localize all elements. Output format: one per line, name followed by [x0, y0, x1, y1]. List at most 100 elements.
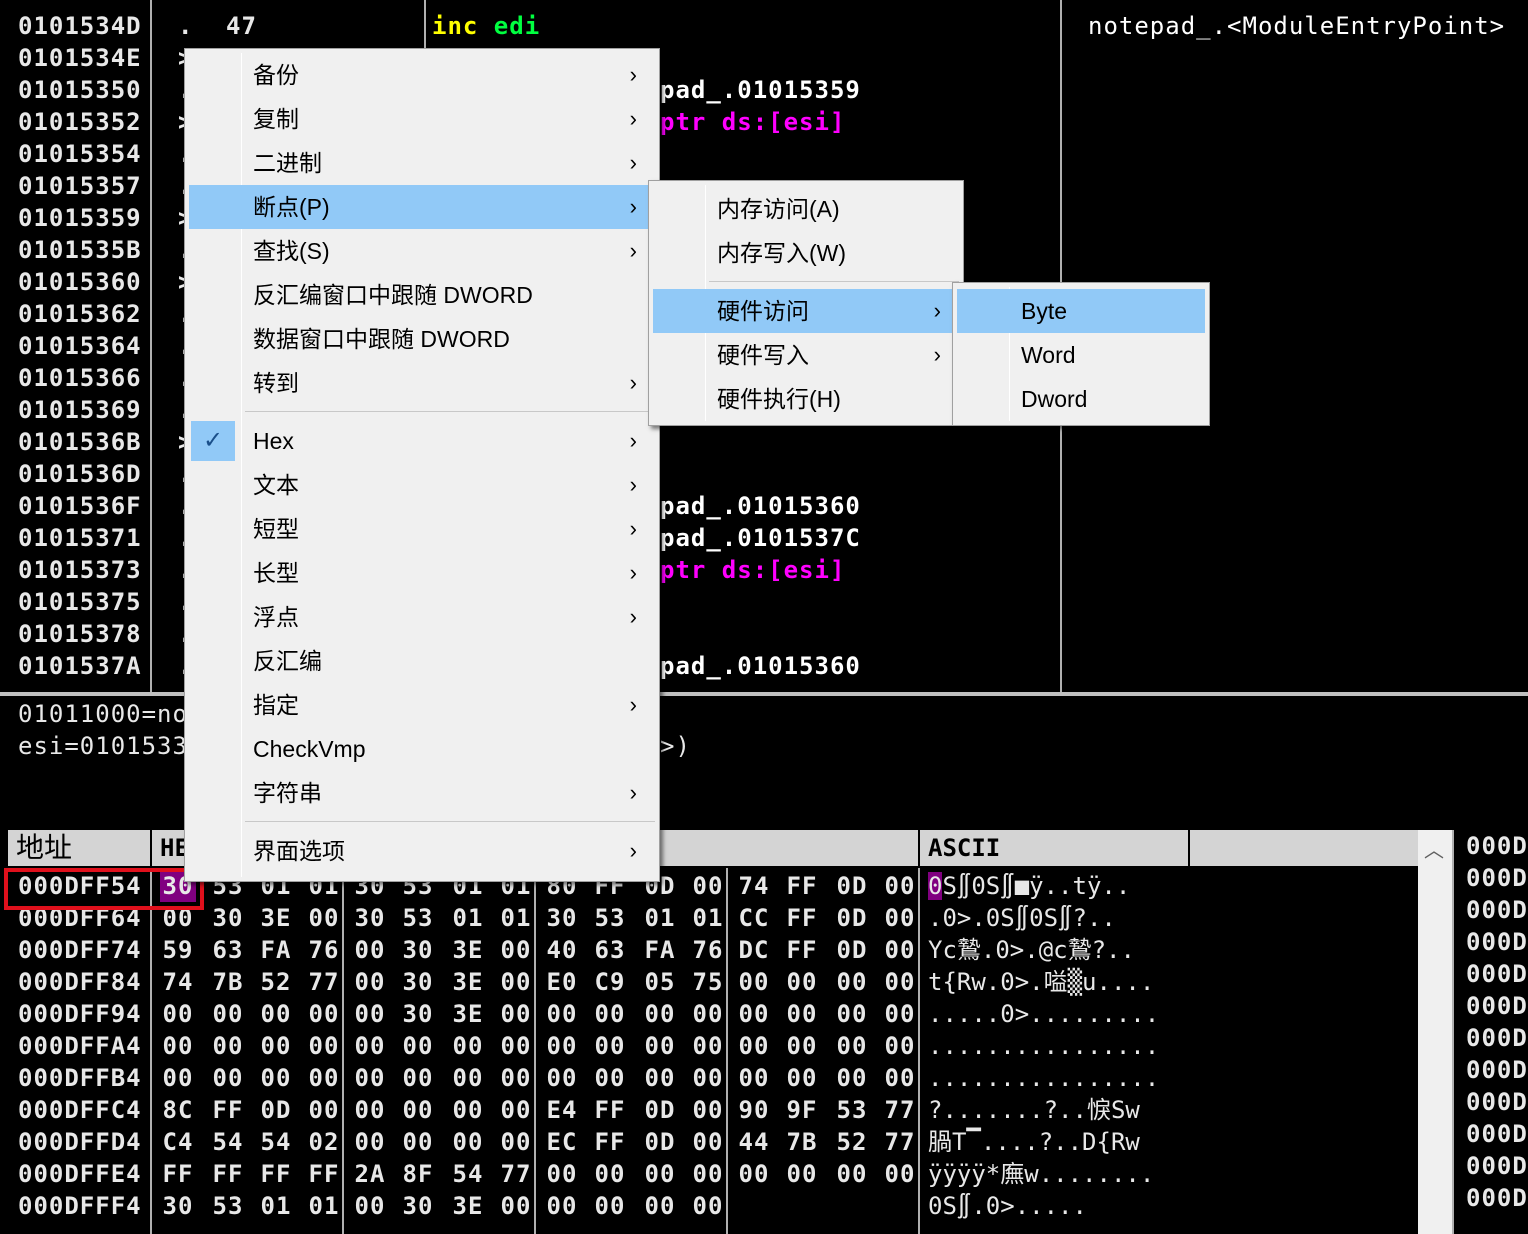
dump-byte[interactable]: 00 — [690, 870, 726, 902]
dump-byte[interactable]: 01 — [690, 902, 726, 934]
dump-byte[interactable]: 30 — [400, 934, 436, 966]
dump-byte[interactable]: 00 — [306, 1094, 342, 1126]
dump-address[interactable]: 000DFFB4 — [18, 1062, 142, 1094]
dump-byte[interactable]: 00 — [544, 1062, 580, 1094]
dump-byte[interactable]: EC — [544, 1126, 580, 1158]
dump-byte[interactable]: 30 — [544, 902, 580, 934]
dump-byte[interactable]: 00 — [258, 998, 294, 1030]
dump-byte[interactable]: 30 — [352, 902, 388, 934]
dump-byte[interactable]: 00 — [210, 1062, 246, 1094]
stack-address[interactable]: 000D — [1466, 1054, 1528, 1086]
dump-byte[interactable]: FF — [210, 1158, 246, 1190]
dump-byte[interactable]: 90 — [736, 1094, 772, 1126]
dump-byte[interactable]: 00 — [400, 1062, 436, 1094]
dump-byte[interactable]: 00 — [160, 1030, 196, 1062]
menu-item[interactable]: 内存写入(W) — [653, 231, 959, 275]
dump-byte[interactable]: 52 — [258, 966, 294, 998]
dump-byte[interactable]: 00 — [306, 1030, 342, 1062]
dump-byte[interactable]: 00 — [882, 1030, 918, 1062]
disasm-address[interactable]: 01015375 — [18, 586, 142, 618]
dump-byte[interactable]: 00 — [736, 1158, 772, 1190]
dump-byte[interactable]: FF — [210, 1094, 246, 1126]
dump-byte[interactable]: 53 — [400, 902, 436, 934]
dump-byte[interactable]: 00 — [834, 1062, 870, 1094]
menu-item[interactable]: 硬件访问 › — [653, 289, 959, 333]
dump-address[interactable]: 000DFFA4 — [18, 1030, 142, 1062]
dump-byte[interactable]: 00 — [690, 1062, 726, 1094]
dump-byte[interactable]: 76 — [306, 934, 342, 966]
dump-byte[interactable]: 00 — [882, 1062, 918, 1094]
dump-byte[interactable]: 00 — [736, 1030, 772, 1062]
disasm-address[interactable]: 0101534E — [18, 42, 142, 74]
dump-byte[interactable]: 00 — [834, 998, 870, 1030]
dump-byte[interactable]: 52 — [834, 1126, 870, 1158]
dump-byte[interactable]: 00 — [258, 1030, 294, 1062]
dump-address[interactable]: 000DFF74 — [18, 934, 142, 966]
dump-byte[interactable]: 0D — [642, 1094, 678, 1126]
dump-byte[interactable]: 00 — [306, 998, 342, 1030]
dump-byte[interactable]: 00 — [784, 966, 820, 998]
menu-item[interactable]: 数据窗口中跟随 DWORD — [189, 317, 655, 361]
dump-byte[interactable]: 30 — [400, 966, 436, 998]
stack-address[interactable]: 000D — [1466, 990, 1528, 1022]
dump-byte[interactable]: 00 — [592, 1030, 628, 1062]
dump-byte[interactable]: 00 — [642, 1062, 678, 1094]
dump-pane[interactable]: 地址 HE ASCII ︿ 000D 000D 000D 000D 000D 000D 00… — [0, 828, 1528, 1234]
dump-byte[interactable]: 00 — [450, 1062, 486, 1094]
menu-item[interactable]: 长型 › — [189, 551, 655, 595]
disasm-address[interactable]: 01015378 — [18, 618, 142, 650]
disasm-address[interactable]: 01015369 — [18, 394, 142, 426]
dump-byte[interactable]: 00 — [498, 934, 534, 966]
disasm-instruction[interactable]: ptr ds:[esi] — [660, 106, 845, 138]
disasm-instruction[interactable]: pad_.0101537C — [660, 522, 861, 554]
dump-byte[interactable]: 44 — [736, 1126, 772, 1158]
dump-byte[interactable]: 54 — [210, 1126, 246, 1158]
dump-byte[interactable]: 8C — [160, 1094, 196, 1126]
dump-ascii[interactable]: ?.......?..悷Sw — [928, 1094, 1140, 1126]
disasm-address[interactable]: 01015371 — [18, 522, 142, 554]
dump-address[interactable]: 000DFFF4 — [18, 1190, 142, 1222]
disasm-address[interactable]: 01015359 — [18, 202, 142, 234]
dump-scrollbar[interactable]: ︿ — [1418, 830, 1452, 1234]
menu-item[interactable]: 二进制 › — [189, 141, 655, 185]
dump-byte[interactable]: 00 — [306, 1062, 342, 1094]
dump-byte[interactable]: 00 — [882, 998, 918, 1030]
dump-byte[interactable]: 00 — [498, 1094, 534, 1126]
dump-byte[interactable]: 53 — [592, 902, 628, 934]
stack-address[interactable]: 000D — [1466, 958, 1528, 990]
menu-item[interactable]: Word — [957, 333, 1205, 377]
dump-byte[interactable]: 75 — [690, 966, 726, 998]
dump-byte[interactable]: 00 — [352, 998, 388, 1030]
dump-byte[interactable]: 00 — [498, 1062, 534, 1094]
menu-item[interactable]: 指定 › — [189, 683, 655, 727]
dump-byte[interactable]: CC — [736, 902, 772, 934]
dump-ascii[interactable]: 腡T▔....?..D{Rw — [928, 1126, 1140, 1158]
dump-byte[interactable]: 54 — [258, 1126, 294, 1158]
dump-byte[interactable]: 00 — [258, 1062, 294, 1094]
dump-byte[interactable]: 00 — [882, 870, 918, 902]
dump-ascii[interactable]: ÿÿÿÿ*廡w........ — [928, 1158, 1154, 1190]
dump-byte[interactable]: 00 — [834, 966, 870, 998]
dump-byte[interactable]: 00 — [592, 1190, 628, 1222]
dump-byte[interactable]: C4 — [160, 1126, 196, 1158]
dump-byte[interactable]: 00 — [592, 1062, 628, 1094]
dump-byte[interactable]: 59 — [160, 934, 196, 966]
dump-byte[interactable]: 00 — [882, 934, 918, 966]
disasm-address[interactable]: 0101536B — [18, 426, 142, 458]
dump-byte[interactable]: 8F — [400, 1158, 436, 1190]
column-header-address[interactable]: 地址 — [8, 830, 150, 866]
dump-byte[interactable]: 30 — [160, 1190, 196, 1222]
dump-byte[interactable]: 00 — [784, 1030, 820, 1062]
dump-byte[interactable]: 3E — [450, 966, 486, 998]
breakpoint-submenu[interactable]: 内存访问(A) 内存写入(W) 硬件访问 › 硬件写入 › 硬件执行(H) — [648, 180, 964, 426]
dump-byte[interactable]: 00 — [882, 966, 918, 998]
menu-item[interactable]: 硬件执行(H) — [653, 377, 959, 421]
dump-byte[interactable]: 0D — [834, 870, 870, 902]
dump-byte[interactable]: FF — [258, 1158, 294, 1190]
dump-byte[interactable]: 00 — [352, 966, 388, 998]
dump-byte[interactable]: 00 — [352, 934, 388, 966]
dump-byte[interactable]: 00 — [690, 1158, 726, 1190]
stack-address[interactable]: 000D — [1466, 1150, 1528, 1182]
dump-byte[interactable]: 00 — [642, 1030, 678, 1062]
menu-item[interactable]: 转到 › — [189, 361, 655, 405]
